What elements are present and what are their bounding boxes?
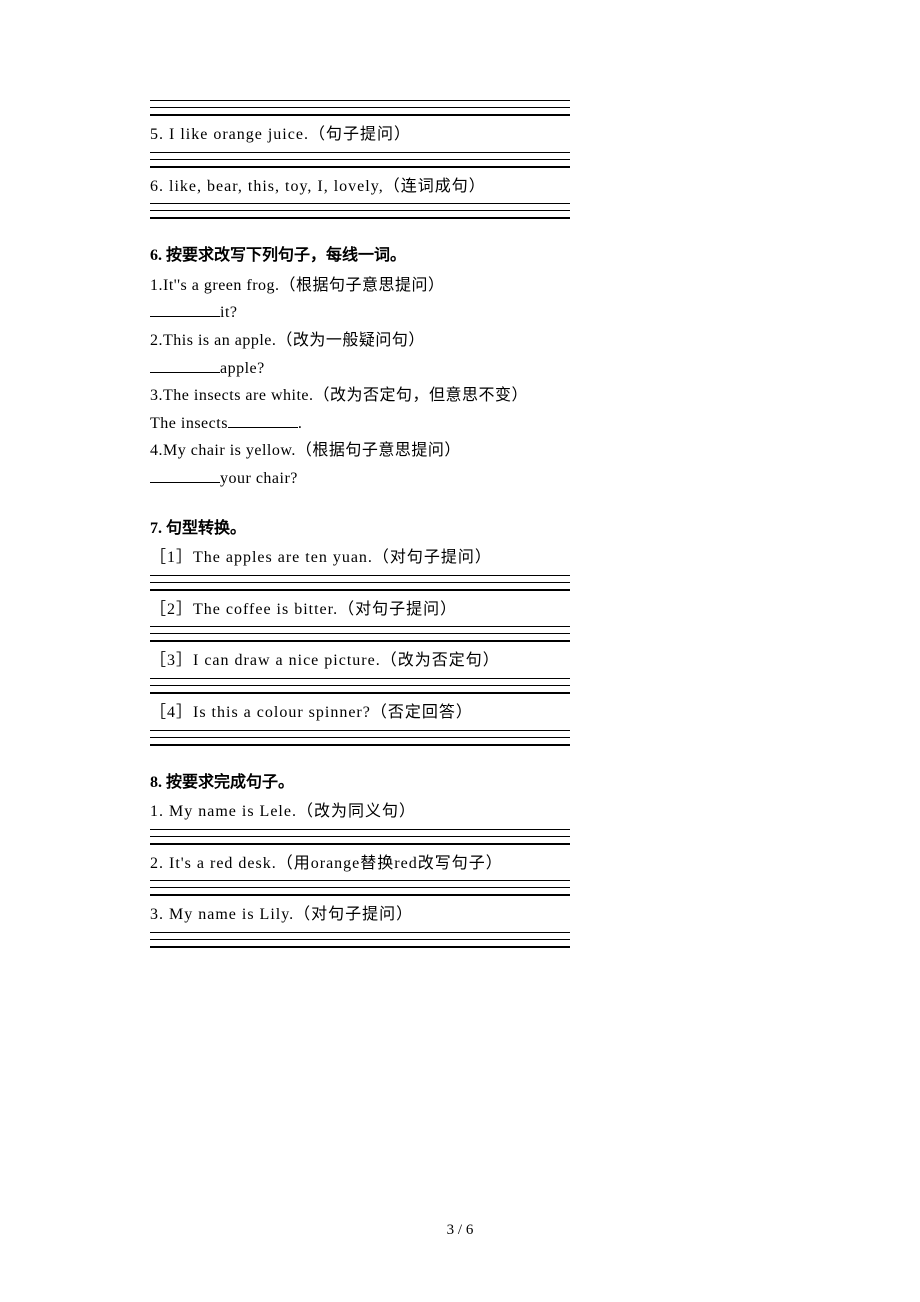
blank-line xyxy=(150,946,570,948)
fill-blank[interactable] xyxy=(150,301,220,317)
blank-line xyxy=(150,152,570,153)
section-6-q3-answer: The insects. xyxy=(150,411,770,437)
blank-line xyxy=(150,887,570,888)
section-6-q4-answer: your chair? xyxy=(150,466,770,492)
answer-lines xyxy=(150,730,770,746)
text-tail: it? xyxy=(220,304,238,321)
question-6: 6. like, bear, this, toy, I, lovely,（连词成… xyxy=(150,174,770,200)
question-5: 5. I like orange juice.（句子提问） xyxy=(150,122,770,148)
blank-line xyxy=(150,685,570,686)
answer-lines xyxy=(150,152,770,168)
section-8-q3: 3. My name is Lily.（对句子提问） xyxy=(150,902,770,928)
answer-lines xyxy=(150,203,770,219)
answer-lines xyxy=(150,678,770,694)
section-8-header: 8. 按要求完成句子。 xyxy=(150,770,770,796)
answer-lines xyxy=(150,829,770,845)
blank-line xyxy=(150,692,570,694)
section-6-q1-answer: it? xyxy=(150,300,770,326)
answer-lines xyxy=(150,626,770,642)
section-7-q1: ［1］The apples are ten yuan.（对句子提问） xyxy=(150,545,770,571)
section-7-q2: ［2］The coffee is bitter.（对句子提问） xyxy=(150,597,770,623)
page-number: 3 / 6 xyxy=(0,1218,920,1242)
fill-blank[interactable] xyxy=(150,467,220,483)
answer-lines xyxy=(150,880,770,896)
section-8-q2: 2. It's a red desk.（用orange替换red改写句子） xyxy=(150,851,770,877)
section-6-q2: 2.This is an apple.（改为一般疑问句） xyxy=(150,328,770,354)
blank-line xyxy=(150,730,570,731)
section-7-header: 7. 句型转换。 xyxy=(150,516,770,542)
answer-lines xyxy=(150,575,770,591)
section-7-q4: ［4］Is this a colour spinner?（否定回答） xyxy=(150,700,770,726)
section-7-q3: ［3］I can draw a nice picture.（改为否定句） xyxy=(150,648,770,674)
blank-line xyxy=(150,894,570,896)
blank-line xyxy=(150,107,570,108)
blank-line xyxy=(150,880,570,881)
blank-line xyxy=(150,159,570,160)
blank-line xyxy=(150,932,570,933)
text-pre: The insects xyxy=(150,415,228,432)
blank-line xyxy=(150,737,570,738)
blank-line xyxy=(150,678,570,679)
blank-line xyxy=(150,843,570,845)
blank-line xyxy=(150,939,570,940)
blank-line xyxy=(150,100,570,101)
blank-line xyxy=(150,203,570,204)
section-8-q1: 1. My name is Lele.（改为同义句） xyxy=(150,799,770,825)
section-6-q2-answer: apple? xyxy=(150,356,770,382)
blank-line xyxy=(150,589,570,591)
blank-line xyxy=(150,829,570,830)
blank-line xyxy=(150,744,570,746)
fill-blank[interactable] xyxy=(150,357,220,373)
text-tail: . xyxy=(298,415,303,432)
text-tail: your chair? xyxy=(220,470,298,487)
blank-line xyxy=(150,633,570,634)
section-6-q4: 4.My chair is yellow.（根据句子意思提问） xyxy=(150,438,770,464)
blank-line xyxy=(150,640,570,642)
blank-line xyxy=(150,582,570,583)
blank-line xyxy=(150,836,570,837)
blank-line xyxy=(150,626,570,627)
answer-lines xyxy=(150,932,770,948)
blank-line xyxy=(150,575,570,576)
section-6-q1: 1.It''s a green frog.（根据句子意思提问） xyxy=(150,273,770,299)
fill-blank[interactable] xyxy=(228,412,298,428)
answer-lines xyxy=(150,100,770,116)
section-6-header: 6. 按要求改写下列句子，每线一词。 xyxy=(150,243,770,269)
blank-line xyxy=(150,114,570,116)
blank-line xyxy=(150,210,570,211)
blank-line xyxy=(150,217,570,219)
blank-line xyxy=(150,166,570,168)
section-6-q3: 3.The insects are white.（改为否定句，但意思不变） xyxy=(150,383,770,409)
text-tail: apple? xyxy=(220,360,265,377)
